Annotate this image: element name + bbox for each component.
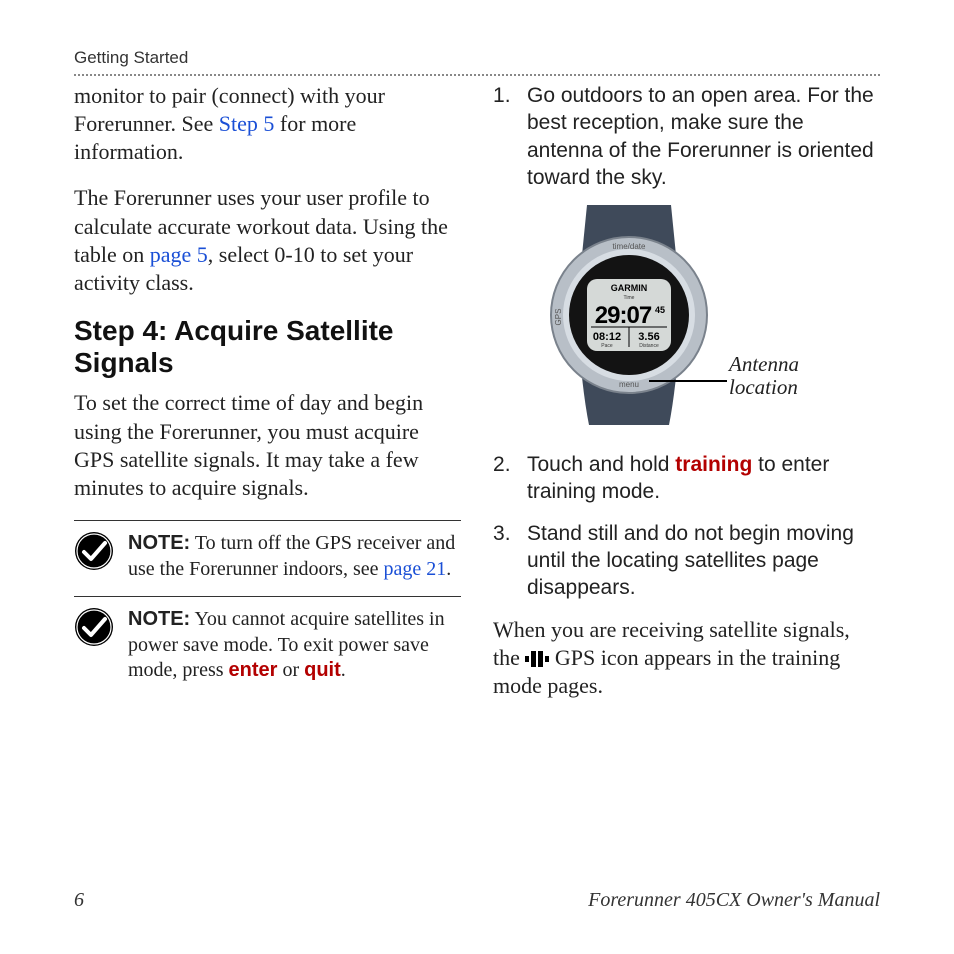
watch-distance: 3.56: [638, 331, 659, 343]
note-check-icon: [74, 531, 114, 571]
watch-figure: time/date GPS menu GARMIN Time 29:07 45 …: [493, 205, 880, 435]
note-1-text: NOTE: To turn off the GPS receiver and u…: [128, 531, 461, 582]
header-rule: [74, 74, 880, 76]
note-label: NOTE:: [128, 608, 190, 630]
text: Touch and hold: [527, 453, 675, 476]
antenna-label: Antenna location: [729, 353, 799, 399]
bezel-bottom-label: menu: [619, 380, 639, 389]
left-column: monitor to pair (connect) with your Fore…: [74, 82, 461, 718]
antenna-callout-line: [649, 380, 727, 382]
text: .: [446, 558, 451, 580]
manual-title: Forerunner 405CX Owner's Manual: [588, 889, 880, 912]
keyword-enter: enter: [229, 659, 278, 681]
text: .: [341, 659, 346, 681]
watch-time-label: Time: [624, 295, 635, 301]
watch-time-sec: 45: [655, 305, 665, 315]
gps-signal-icon: [525, 651, 549, 667]
right-column: Go outdoors to an open area. For the bes…: [493, 82, 880, 718]
steps-list: Go outdoors to an open area. For the bes…: [493, 82, 880, 191]
watch-pace-label: Pace: [601, 343, 613, 349]
step-4-heading: Step 4: Acquire Satellite Signals: [74, 315, 461, 379]
step-item-3: Stand still and do not begin moving unti…: [493, 520, 880, 602]
forerunner-watch-icon: time/date GPS menu GARMIN Time 29:07 45 …: [529, 205, 729, 425]
text: or: [277, 659, 304, 681]
closing-paragraph: When you are receiving satellite signals…: [493, 616, 880, 700]
step-4-body: To set the correct time of day and begin…: [74, 389, 461, 502]
watch-pace: 08:12: [593, 331, 621, 343]
link-page-5[interactable]: page 5: [150, 242, 208, 267]
bezel-top-label: time/date: [613, 242, 646, 251]
steps-list-continued: Touch and hold training to enter trainin…: [493, 451, 880, 601]
link-step-5[interactable]: Step 5: [219, 111, 275, 136]
note-2-text: NOTE: You cannot acquire satellites in p…: [128, 607, 461, 684]
page-number: 6: [74, 889, 84, 912]
note-block-1: NOTE: To turn off the GPS receiver and u…: [74, 520, 461, 582]
two-column-layout: monitor to pair (connect) with your Fore…: [74, 82, 880, 718]
watch-time-main: 29:07: [595, 302, 652, 329]
note-label: NOTE:: [128, 532, 190, 554]
manual-page: Getting Started monitor to pair (connect…: [0, 0, 954, 954]
step-item-2: Touch and hold training to enter trainin…: [493, 451, 880, 506]
text: Antenna: [729, 352, 799, 376]
bezel-left-label: GPS: [554, 309, 563, 326]
page-footer: 6 Forerunner 405CX Owner's Manual: [74, 889, 880, 912]
note-block-2: NOTE: You cannot acquire satellites in p…: [74, 596, 461, 684]
step-item-1: Go outdoors to an open area. For the bes…: [493, 82, 880, 191]
link-page-21[interactable]: page 21: [384, 558, 447, 580]
running-head: Getting Started: [74, 48, 880, 74]
note-check-icon: [74, 607, 114, 647]
keyword-training: training: [675, 453, 752, 476]
intro-paragraph-1: monitor to pair (connect) with your Fore…: [74, 82, 461, 166]
text: location: [729, 375, 798, 399]
watch-brand: GARMIN: [611, 283, 648, 293]
intro-paragraph-2: The Forerunner uses your user profile to…: [74, 184, 461, 297]
watch-distance-label: Distance: [639, 343, 659, 349]
keyword-quit: quit: [304, 659, 341, 681]
